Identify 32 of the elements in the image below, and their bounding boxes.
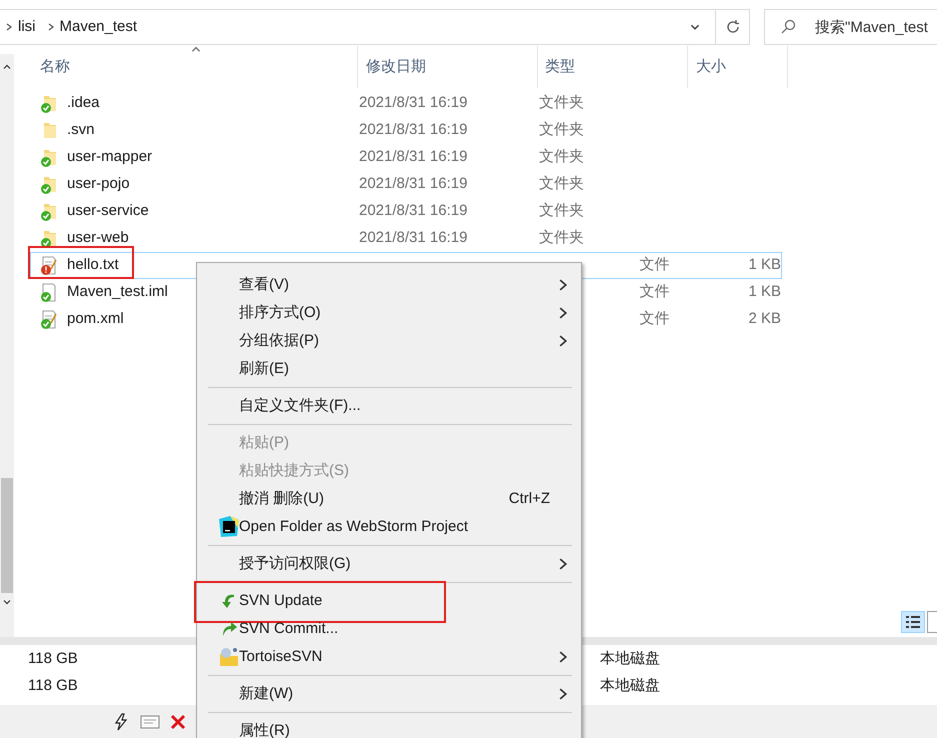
file-name: .svn xyxy=(67,120,95,140)
file-name: pom.xml xyxy=(67,309,124,330)
file-type: 文件夹 xyxy=(539,93,585,114)
file-name: Maven_test.iml xyxy=(67,282,168,302)
drive-type: 本地磁盘 xyxy=(600,649,660,670)
modified-date: 2021/8/31 16:19 xyxy=(359,228,468,248)
file-type: 文件夹 xyxy=(539,147,585,168)
drive-type: 本地磁盘 xyxy=(600,676,660,696)
file-name: user-pojo xyxy=(67,174,130,194)
file-name: .idea xyxy=(67,93,100,114)
drive-size: 118 GB xyxy=(28,677,78,694)
drive-size: 118 GB xyxy=(28,650,78,668)
file-type: 文件夹 xyxy=(539,174,585,194)
modified-date: 2021/8/31 16:19 xyxy=(359,174,468,194)
file-name: user-mapper xyxy=(67,147,152,168)
file-type: 文件 xyxy=(638,282,670,302)
shortcut: Ctrl+Z xyxy=(508,488,550,509)
file-type: 文件夹 xyxy=(539,228,585,248)
modified-date: 2021/8/31 16:19 xyxy=(359,201,468,222)
file-name: user-service xyxy=(67,201,149,222)
modified-date: 2021/8/31 16:19 xyxy=(359,93,468,114)
file-size: 1 KB xyxy=(747,282,781,302)
file-type: 文件 xyxy=(638,309,670,330)
file-name: hello.txt xyxy=(67,255,119,276)
modified-date: 2021/8/31 16:19 xyxy=(359,147,468,168)
file-type: 文件 xyxy=(638,255,670,276)
file-size: 2 KB xyxy=(747,309,781,330)
file-type: 文件夹 xyxy=(539,201,585,222)
file-size: 1 KB xyxy=(747,255,781,276)
file-type: 文件夹 xyxy=(539,120,585,140)
file-name: user-web xyxy=(67,228,129,248)
modified-date: 2021/8/31 16:19 xyxy=(359,120,468,140)
